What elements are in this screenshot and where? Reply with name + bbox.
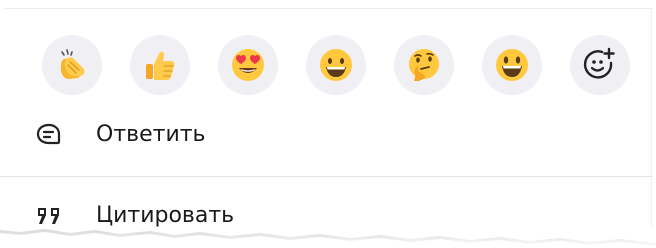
menu-divider: [0, 176, 652, 177]
reaction-thumbs-up[interactable]: [130, 35, 190, 95]
top-border: [4, 8, 652, 9]
add-reaction-button[interactable]: [570, 35, 630, 95]
reaction-clapping-hands[interactable]: [42, 35, 102, 95]
thinking-face-icon: [409, 49, 439, 81]
reaction-grinning[interactable]: [306, 35, 366, 95]
menu-item-reply-label: Ответить: [96, 122, 206, 147]
add-reaction-icon: [583, 47, 615, 79]
reply-bubble-icon: [34, 121, 64, 149]
reaction-smiling[interactable]: [482, 35, 542, 95]
clapping-hands-icon: [60, 49, 85, 79]
reaction-bar: [42, 35, 630, 95]
message-context-menu: Ответить Цитировать: [0, 0, 656, 248]
heart-eyes-face-icon: [232, 49, 264, 81]
thumbs-up-icon: [146, 51, 175, 80]
torn-edge-decoration: [0, 229, 656, 248]
menu-item-reply[interactable]: Ответить: [0, 109, 656, 161]
grinning-face-icon: [320, 49, 352, 81]
reaction-thinking[interactable]: [394, 35, 454, 95]
reaction-heart-eyes[interactable]: [218, 35, 278, 95]
smiling-face-big-eyes-icon: [496, 49, 528, 81]
